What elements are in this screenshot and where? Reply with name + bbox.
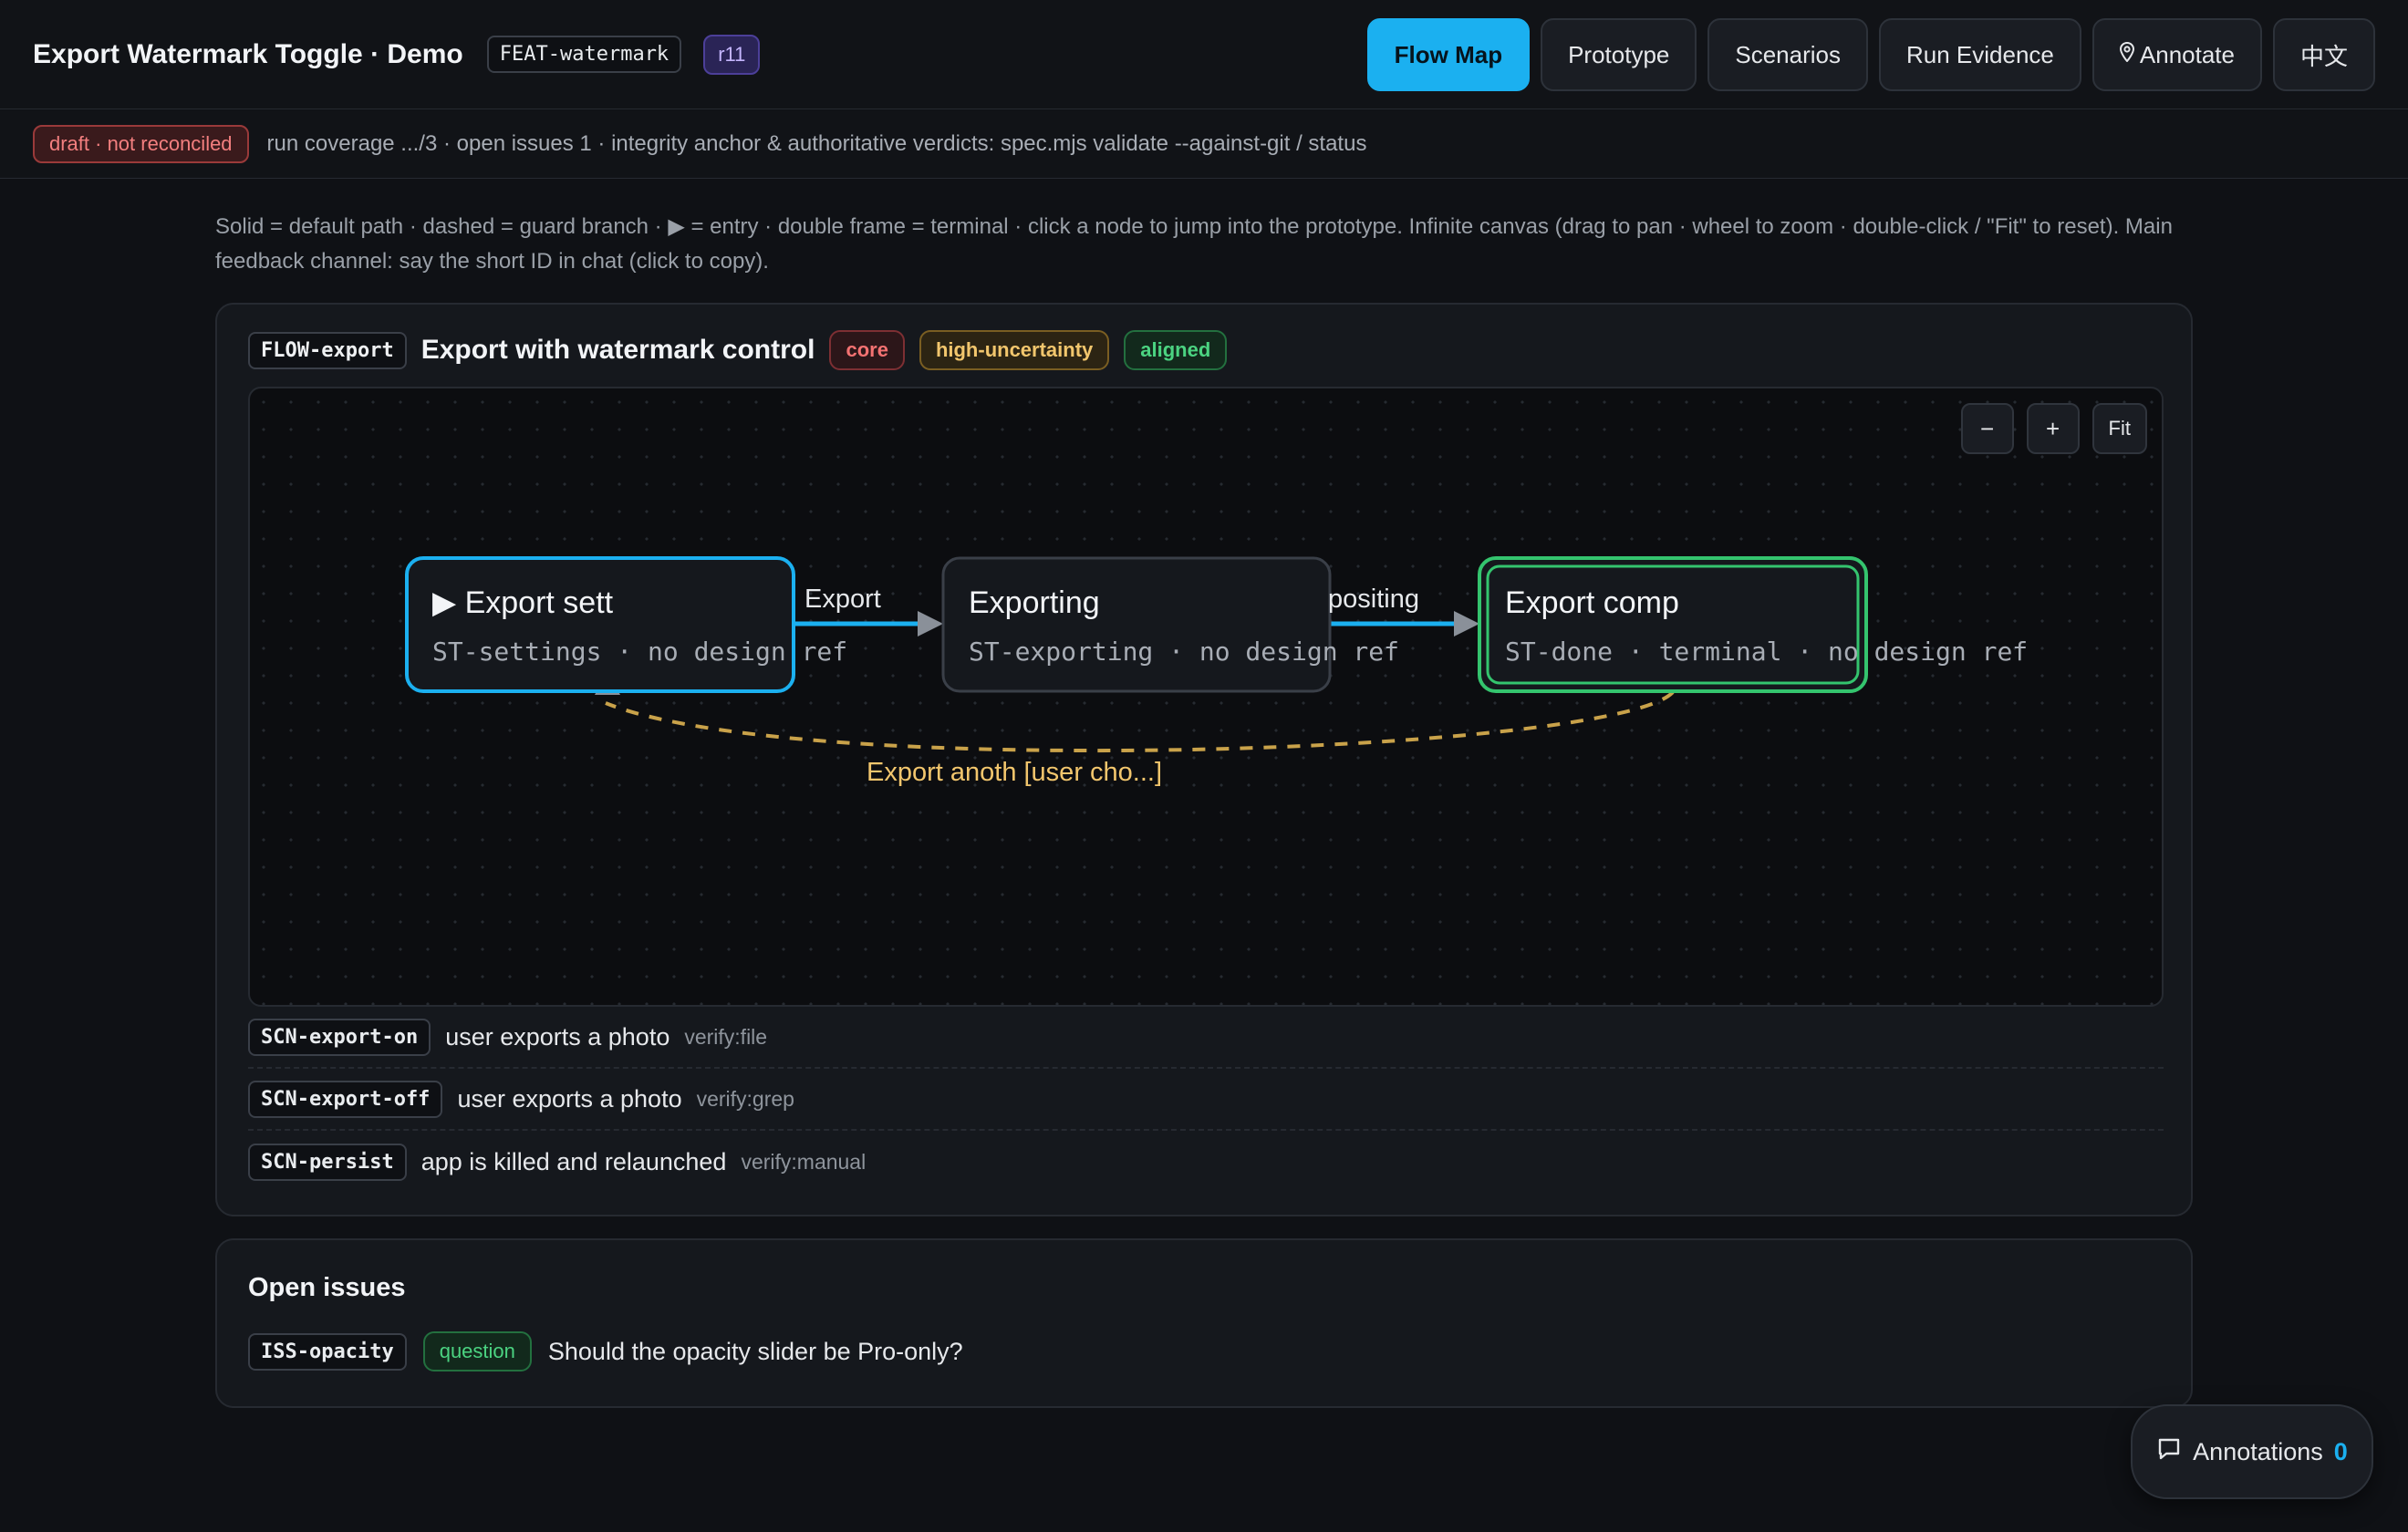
- node-subtitle: ST-done · terminal · no design ref: [1505, 637, 2028, 667]
- tag-high-uncertainty: high-uncertainty: [919, 330, 1110, 370]
- tab-prototype[interactable]: Prototype: [1541, 18, 1697, 91]
- flow-graph: ▶ Export sett ST-settings · no design re…: [405, 556, 2028, 787]
- node-export-complete[interactable]: [1478, 556, 1868, 693]
- top-nav: Flow Map Prototype Scenarios Run Evidenc…: [1366, 18, 2375, 91]
- app-title: Export Watermark Toggle · Demo: [33, 38, 463, 69]
- map-pin-icon: [2119, 41, 2134, 67]
- scenario-verify: verify:manual: [741, 1149, 867, 1174]
- issue-id-chip[interactable]: ISS-opacity: [248, 1332, 407, 1371]
- flow-title: Export with watermark control: [420, 335, 815, 365]
- flow-id-chip[interactable]: FLOW-export: [248, 331, 407, 369]
- revision-badge: r11: [703, 34, 761, 75]
- scenario-id-chip[interactable]: SCN-export-on: [248, 1018, 431, 1056]
- edge-label-export: Export: [804, 585, 881, 614]
- node-export-settings[interactable]: [405, 556, 795, 693]
- scenario-row: SCN-persist app is killed and relaunched…: [248, 1131, 2164, 1193]
- tag-core: core: [829, 330, 905, 370]
- node-exporting[interactable]: [941, 556, 1332, 693]
- node-title: Exporting: [969, 585, 1100, 620]
- fit-button[interactable]: Fit: [2091, 403, 2147, 454]
- legend-text: Solid = default path · dashed = guard br…: [215, 214, 2173, 274]
- status-text: run coverage .../3 · open issues 1 · int…: [266, 131, 1367, 156]
- annotations-count: 0: [2333, 1437, 2348, 1465]
- flow-canvas[interactable]: ▶ Export sett ST-settings · no design re…: [248, 387, 2164, 1007]
- issue-text: Should the opacity slider be Pro-only?: [547, 1337, 963, 1365]
- edge-guard-return[interactable]: [605, 690, 1675, 753]
- feature-id-badge[interactable]: FEAT-watermark: [486, 36, 682, 73]
- tab-scenarios[interactable]: Scenarios: [1707, 18, 1868, 91]
- edge-label-compositing: positing: [1328, 585, 1419, 614]
- node-subtitle: ST-exporting · no design ref: [969, 637, 1399, 667]
- tag-aligned: aligned: [1124, 330, 1228, 370]
- zoom-out-button[interactable]: −: [1960, 403, 2014, 454]
- chat-bubble-icon: [2156, 1436, 2182, 1468]
- scenario-list: SCN-export-on user exports a photo verif…: [248, 1007, 2164, 1193]
- edge-export-arrowhead: [918, 611, 943, 637]
- issue-row: ISS-opacity question Should the opacity …: [248, 1331, 963, 1372]
- issues-title: Open issues: [248, 1273, 406, 1302]
- open-issues-card: Open issues ISS-opacity question Should …: [215, 1238, 2193, 1408]
- tab-flow-map[interactable]: Flow Map: [1366, 18, 1531, 91]
- annotations-button[interactable]: Annotations 0: [2131, 1404, 2373, 1499]
- scenario-text: app is killed and relaunched: [420, 1147, 727, 1175]
- top-header: Export Watermark Toggle · Demo FEAT-wate…: [0, 0, 2408, 109]
- tab-annotate-label: Annotate: [2139, 40, 2235, 68]
- scenario-id-chip[interactable]: SCN-persist: [248, 1143, 407, 1181]
- edge-label-guard: Export anoth [user cho...]: [867, 758, 1162, 787]
- issue-type-badge: question: [422, 1331, 532, 1372]
- tab-run-evidence[interactable]: Run Evidence: [1879, 18, 2081, 91]
- node-title: Export comp: [1505, 585, 1679, 620]
- annotations-label: Annotations: [2193, 1437, 2323, 1465]
- flow-card: FLOW-export Export with watermark contro…: [215, 303, 2193, 1216]
- node-title: ▶ Export sett: [432, 585, 614, 620]
- edge-compositing-arrowhead: [1454, 611, 1479, 637]
- scenario-text: user exports a photo: [457, 1084, 682, 1113]
- draft-status-badge: draft · not reconciled: [33, 125, 249, 163]
- flow-header: FLOW-export Export with watermark contro…: [248, 330, 1228, 370]
- language-toggle[interactable]: 中文: [2272, 18, 2375, 91]
- zoom-controls: − + Fit: [1960, 403, 2147, 454]
- scenario-text: user exports a photo: [445, 1022, 670, 1051]
- scenario-verify: verify:file: [684, 1024, 768, 1049]
- zoom-in-button[interactable]: +: [2026, 403, 2080, 454]
- tab-annotate[interactable]: Annotate: [2091, 18, 2262, 91]
- status-bar: draft · not reconciled run coverage .../…: [0, 110, 2408, 179]
- scenario-row: SCN-export-off user exports a photo veri…: [248, 1069, 2164, 1131]
- scenario-verify: verify:grep: [696, 1086, 794, 1111]
- node-subtitle: ST-settings · no design ref: [432, 637, 847, 667]
- scenario-id-chip[interactable]: SCN-export-off: [248, 1080, 443, 1118]
- scenario-row: SCN-export-on user exports a photo verif…: [248, 1007, 2164, 1069]
